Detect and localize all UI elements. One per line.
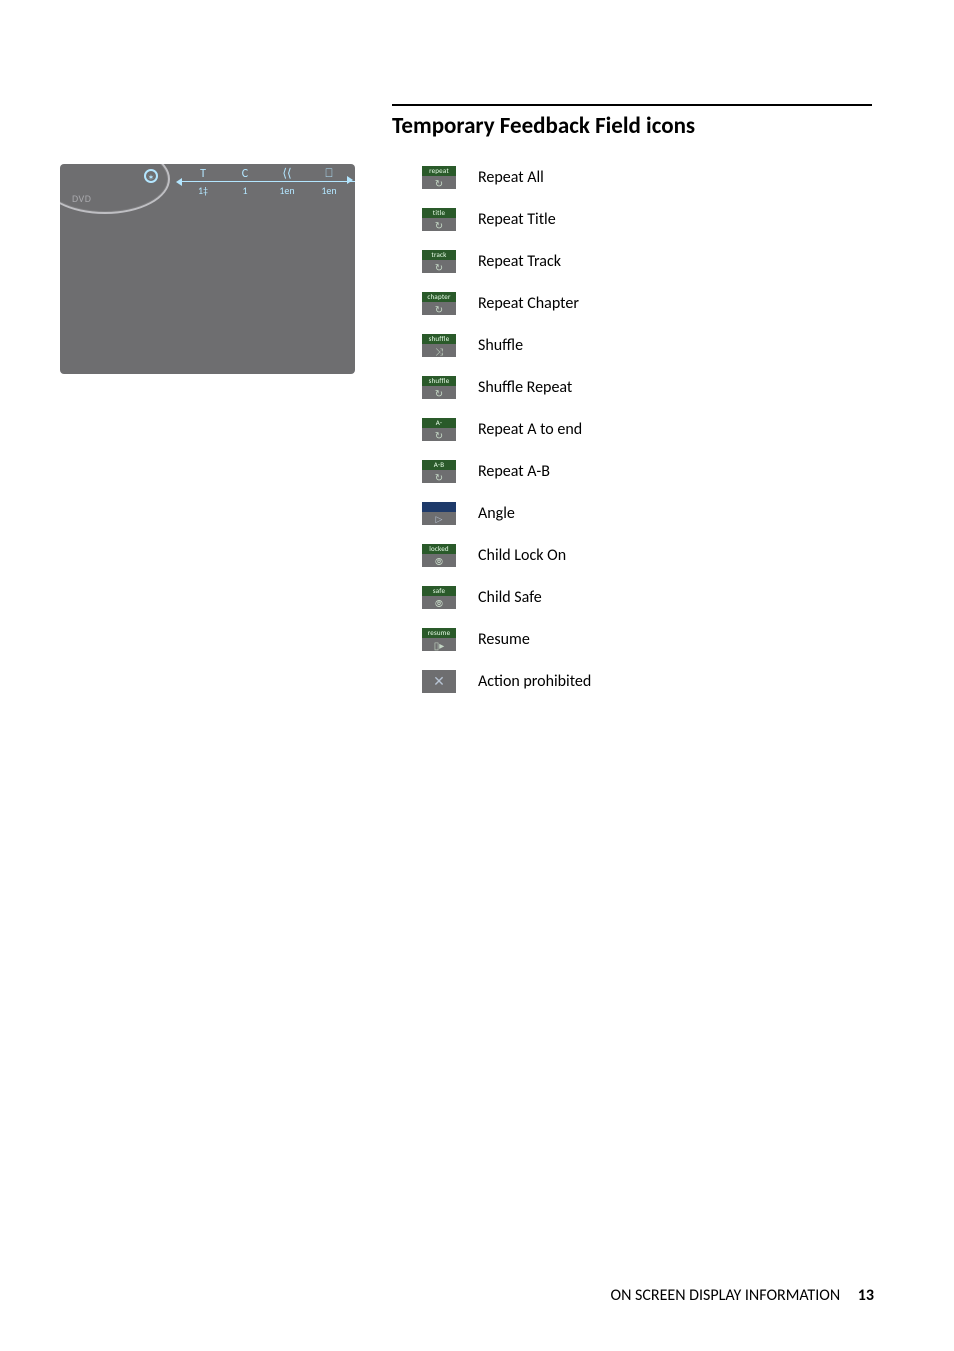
osd-col: ⎕1en xyxy=(308,164,350,196)
osd-col-value: 1 xyxy=(224,182,266,196)
osd-dial-icon: ✶ xyxy=(144,169,158,183)
resume-icon: resume▯▸ xyxy=(422,628,456,651)
list-item: title↻ Repeat Title xyxy=(422,207,822,232)
osd-col-header: C xyxy=(224,164,266,182)
icon-caption: title xyxy=(422,208,456,218)
icon-caption xyxy=(422,502,456,512)
osd-dvd-logo: DVD xyxy=(72,192,91,205)
feedback-label: Resume xyxy=(478,630,530,649)
repeat-track-icon: track↻ xyxy=(422,250,456,273)
osd-col: ◇no xyxy=(350,164,355,196)
list-item: shuffle↻ Shuffle Repeat xyxy=(422,375,822,400)
osd-columns: T1‡ C1 ⟨⟨1en ⎕1en ◇no ⊕off xyxy=(182,164,355,196)
shuffle-icon: shuffle⤨ xyxy=(422,334,456,357)
list-item: safe⦾ Child Safe xyxy=(422,585,822,610)
feedback-label: Child Lock On xyxy=(478,546,566,565)
section-rule xyxy=(392,104,872,106)
list-item: chapter↻ Repeat Chapter xyxy=(422,291,822,316)
osd-col-value: 1en xyxy=(266,182,308,196)
list-item: resume▯▸ Resume xyxy=(422,627,822,652)
icon-caption: resume xyxy=(422,628,456,638)
osd-col-value: no xyxy=(350,182,355,196)
list-item: repeat↻ Repeat All xyxy=(422,165,822,190)
page-footer: ON SCREEN DISPLAY INFORMATION 13 xyxy=(610,1286,874,1305)
list-item: A-↻ Repeat A to end xyxy=(422,417,822,442)
icon-caption: repeat xyxy=(422,166,456,176)
feedback-label: Action prohibited xyxy=(478,672,591,691)
action-prohibited-icon: ✕ xyxy=(422,670,456,693)
repeat-glyph-icon: ↻ xyxy=(422,176,456,189)
shuffle-glyph-icon: ⤨ xyxy=(422,344,456,357)
repeat-glyph-icon: ↻ xyxy=(422,470,456,483)
icon-caption: locked xyxy=(422,544,456,554)
repeat-chapter-icon: chapter↻ xyxy=(422,292,456,315)
osd-col-header: T xyxy=(182,164,224,182)
resume-glyph-icon: ▯▸ xyxy=(422,638,456,651)
osd-col: T1‡ xyxy=(182,164,224,196)
icon-caption: chapter xyxy=(422,292,456,302)
icon-caption: safe xyxy=(422,586,456,596)
feedback-label: Repeat A to end xyxy=(478,420,582,439)
list-item: ✕ Action prohibited xyxy=(422,669,822,694)
repeat-glyph-icon: ↻ xyxy=(422,428,456,441)
list-item: track↻ Repeat Track xyxy=(422,249,822,274)
section-title: Temporary Feedback Field icons xyxy=(392,112,695,140)
cross-glyph-icon: ✕ xyxy=(422,670,456,693)
feedback-label: Repeat Chapter xyxy=(478,294,579,313)
lock-glyph-icon: ⦾ xyxy=(422,554,456,567)
icon-caption: track xyxy=(422,250,456,260)
icon-caption: shuffle xyxy=(422,376,456,386)
page-number: 13 xyxy=(858,1286,874,1305)
feedback-label: Child Safe xyxy=(478,588,542,607)
list-item: ▷ Angle xyxy=(422,501,822,526)
osd-col-header: ⎕ xyxy=(308,164,350,182)
osd-col-header: ⟨⟨ xyxy=(266,164,308,182)
osd-illustration: DVD ✶ T1‡ C1 ⟨⟨1en ⎕1en ◇no ⊕off xyxy=(60,164,355,374)
feedback-label: Angle xyxy=(478,504,515,523)
list-item: shuffle⤨ Shuffle xyxy=(422,333,822,358)
icon-caption: shuffle xyxy=(422,334,456,344)
child-lock-on-icon: locked⦾ xyxy=(422,544,456,567)
repeat-glyph-icon: ↻ xyxy=(422,386,456,399)
feedback-label: Repeat A-B xyxy=(478,462,550,481)
repeat-all-icon: repeat↻ xyxy=(422,166,456,189)
repeat-a-b-icon: A-B↻ xyxy=(422,460,456,483)
osd-col-value: 1en xyxy=(308,182,350,196)
osd-col-value: 1‡ xyxy=(182,182,224,196)
feedback-label: Repeat Title xyxy=(478,210,556,229)
repeat-glyph-icon: ↻ xyxy=(422,218,456,231)
osd-col: ⟨⟨1en xyxy=(266,164,308,196)
repeat-a-end-icon: A-↻ xyxy=(422,418,456,441)
repeat-title-icon: title↻ xyxy=(422,208,456,231)
list-item: A-B↻ Repeat A-B xyxy=(422,459,822,484)
osd-col-header: ◇ xyxy=(350,164,355,182)
lock-glyph-icon: ⦾ xyxy=(422,596,456,609)
feedback-icon-list: repeat↻Repeat All title↻Repeat Title tra… xyxy=(422,165,822,711)
list-item: locked⦾ Child Lock On xyxy=(422,543,822,568)
feedback-label: Shuffle Repeat xyxy=(478,378,572,397)
feedback-label: Shuffle xyxy=(478,336,523,355)
icon-caption: A- xyxy=(422,418,456,428)
child-safe-icon: safe⦾ xyxy=(422,586,456,609)
shuffle-repeat-icon: shuffle↻ xyxy=(422,376,456,399)
angle-glyph-icon: ▷ xyxy=(422,512,456,525)
angle-icon: ▷ xyxy=(422,502,456,525)
footer-section-name: ON SCREEN DISPLAY INFORMATION xyxy=(610,1286,840,1305)
icon-caption: A-B xyxy=(422,460,456,470)
repeat-glyph-icon: ↻ xyxy=(422,302,456,315)
feedback-label: Repeat All xyxy=(478,168,544,187)
repeat-glyph-icon: ↻ xyxy=(422,260,456,273)
osd-col: C1 xyxy=(224,164,266,196)
feedback-label: Repeat Track xyxy=(478,252,561,271)
